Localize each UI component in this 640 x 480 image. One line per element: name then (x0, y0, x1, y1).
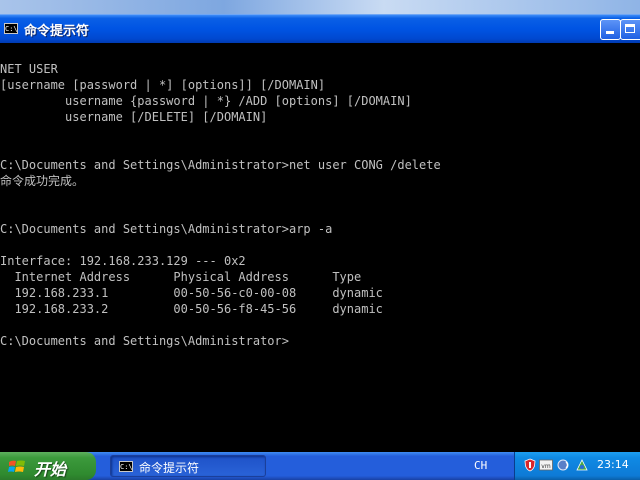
maximize-button[interactable] (620, 19, 640, 40)
taskbar-item-label: 命令提示符 (139, 461, 200, 475)
console-line: username [/DELETE] [/DOMAIN] (0, 110, 268, 124)
window-title: 命令提示符 (24, 24, 90, 39)
console-line: 命令成功完成。 (0, 174, 85, 188)
console-icon[interactable]: C:\ (4, 23, 18, 34)
network-icon[interactable] (575, 458, 589, 472)
console-output: NET USER [username [password | *] [optio… (0, 61, 441, 349)
console-area[interactable]: NET USER [username [password | *] [optio… (0, 43, 640, 452)
shield-icon[interactable] (523, 458, 537, 472)
vmware-icon[interactable]: vm (539, 458, 553, 472)
system-tray: vm 23:14 (514, 452, 640, 480)
console-line: Internet Address Physical Address Type (0, 270, 362, 284)
language-indicator[interactable]: CH (474, 459, 487, 472)
desktop-background (0, 0, 640, 14)
console-line: C:\Documents and Settings\Administrator> (0, 334, 289, 348)
console-line: C:\Documents and Settings\Administrator>… (0, 158, 441, 172)
start-label: 开始 (34, 460, 67, 479)
console-line: NET USER (0, 62, 58, 76)
window-title-bar[interactable]: C:\ 命令提示符 (0, 14, 640, 43)
windows-logo-icon (8, 460, 25, 472)
console-icon: C:\ (119, 461, 133, 472)
minimize-button[interactable] (600, 19, 621, 40)
console-line: username {password | *} /ADD [options] [… (0, 94, 412, 108)
svg-text:vm: vm (541, 463, 551, 470)
clock[interactable]: 23:14 (597, 458, 629, 471)
console-line: [username [password | *] [options]] [/DO… (0, 78, 326, 92)
console-line: Interface: 192.168.233.129 --- 0x2 (0, 254, 246, 268)
volume-icon[interactable] (557, 458, 571, 472)
console-line: C:\Documents and Settings\Administrator>… (0, 222, 333, 236)
taskbar-item-command-prompt[interactable]: C:\ 命令提示符 (110, 455, 266, 477)
console-line: 192.168.233.2 00-50-56-f8-45-56 dynamic (0, 302, 383, 316)
taskbar: 开始 C:\ 命令提示符 CH vm 23:14 (0, 452, 640, 480)
console-line: 192.168.233.1 00-50-56-c0-00-08 dynamic (0, 286, 383, 300)
start-button[interactable]: 开始 (0, 452, 96, 480)
